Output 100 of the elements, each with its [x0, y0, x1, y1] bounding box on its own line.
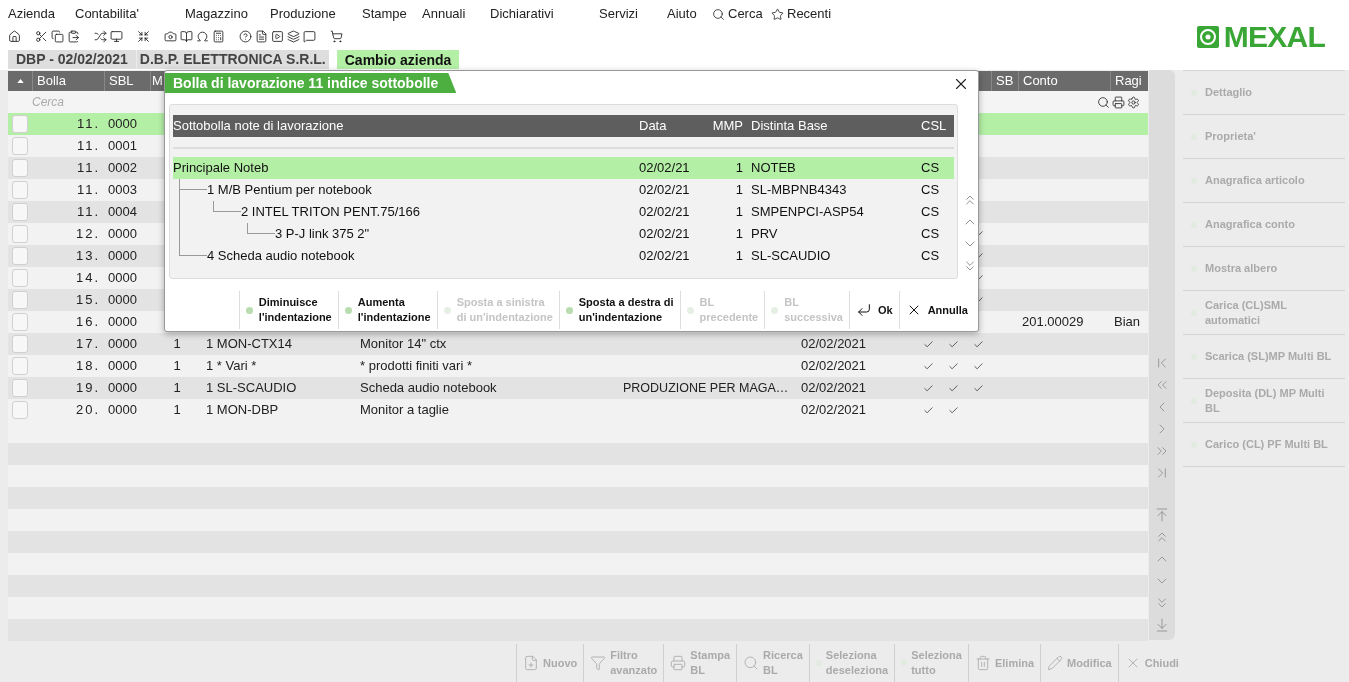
row-checkbox[interactable] — [12, 401, 28, 419]
table-cell-text: 18. — [74, 357, 101, 376]
column-header: Distinta Base — [750, 117, 829, 136]
date-text: 02/02/21 — [639, 247, 691, 266]
company-code: DBP - 02/02/2021 — [8, 50, 136, 69]
menu-item[interactable]: Azienda — [8, 4, 75, 24]
table-row[interactable]: 17. 0000 1 1 MON-CTX14 Monitor 14" ctx 02/02/2021 — [8, 333, 1148, 355]
dialog-button[interactable]: Ok — [848, 291, 899, 329]
copy-icon[interactable] — [51, 29, 64, 43]
menu-item[interactable]: Annuali — [422, 4, 490, 24]
table-cell-text: 11. — [75, 203, 101, 222]
scroll-bottom-icon[interactable] — [1154, 617, 1170, 633]
date-text: 02/02/21 — [639, 203, 691, 222]
table-cell-text: 11. — [75, 159, 101, 178]
table-cell-text: 1 * Vari * — [205, 357, 258, 376]
bom-code: SL-MBPNB4343 — [750, 181, 848, 200]
table-cell-text: Monitor a taglie — [359, 401, 450, 420]
row-checkbox[interactable] — [12, 291, 28, 309]
menu-item[interactable]: Recenti — [771, 4, 851, 24]
date-text: 02/02/21 — [639, 159, 691, 178]
tree-row[interactable]: 2 INTEL TRITON PENT.75/166 02/02/21 1 SMPENPCI-ASP54 CS — [173, 201, 954, 223]
chat-icon[interactable] — [303, 29, 316, 43]
row-checkbox[interactable] — [12, 247, 28, 265]
table-cell-text: 0000 — [107, 313, 138, 332]
change-company-button[interactable]: Cambio azienda — [336, 50, 460, 69]
menu-item[interactable]: Servizi — [599, 4, 667, 24]
row-checkbox[interactable] — [12, 203, 28, 221]
paste-icon[interactable] — [67, 29, 80, 43]
tree-item-name: 3 P-J link 375 2" — [275, 225, 370, 244]
row-checkbox[interactable] — [12, 181, 28, 199]
table-cell-text: 1 MON-CTX14 — [205, 335, 293, 354]
menu-item[interactable]: Aiuto — [667, 4, 712, 24]
menu-item[interactable]: Contabilita' — [75, 4, 185, 24]
table-cell-text: 1 — [172, 401, 182, 420]
row-checkbox[interactable] — [12, 115, 28, 133]
menu-item[interactable]: Dichiarativi — [490, 4, 599, 24]
play-icon[interactable] — [271, 29, 284, 43]
dialog-title: Bolla di lavorazione 11 indice sottobolle — [165, 73, 457, 93]
table-cell-text: 11. — [75, 115, 101, 134]
shrink-icon[interactable] — [137, 29, 150, 43]
dialog-button[interactable]: Annulla — [898, 291, 974, 329]
csl-text: CS — [921, 181, 940, 200]
table-cell-text: 201.00029 — [1021, 313, 1085, 332]
table-cell-text: 0004 — [107, 203, 138, 222]
help-icon[interactable] — [239, 29, 252, 43]
star-icon — [771, 7, 784, 21]
book-icon[interactable] — [180, 29, 193, 43]
date-text: 02/02/21 — [639, 181, 691, 200]
row-checkbox[interactable] — [12, 225, 28, 243]
table-cell-text: Bian — [1113, 313, 1142, 332]
camera-icon[interactable] — [164, 29, 177, 43]
bom-code: SMPENPCI-ASP54 — [750, 203, 865, 222]
row-checkbox[interactable] — [12, 313, 28, 331]
shuffle-icon[interactable] — [94, 29, 107, 43]
row-checkbox[interactable] — [12, 159, 28, 177]
printer-icon — [1112, 95, 1125, 109]
tree-row[interactable]: 1 M/B Pentium per notebook 02/02/21 1 SL-MBPNB4343 CS — [173, 179, 954, 201]
row-checkbox[interactable] — [12, 335, 28, 353]
row-checkbox[interactable] — [12, 269, 28, 287]
omega-icon[interactable] — [196, 29, 209, 43]
monitor-icon[interactable] — [110, 29, 123, 43]
table-row[interactable]: 20. 0000 1 1 MON-DBP Monitor a taglie 02/02/2021 — [8, 399, 1148, 421]
dialog-button[interactable]: Sposta a destra di un'indentazione — [558, 291, 680, 329]
table-row[interactable]: 18. 0000 1 1 * Vari * * prodotti finiti vari * 02/02/2021 — [8, 355, 1148, 377]
table-cell-text: 0001 — [107, 137, 138, 156]
mmp-text: 1 — [734, 203, 743, 222]
menu-item[interactable]: Magazzino — [185, 4, 270, 24]
row-checkbox[interactable] — [12, 137, 28, 155]
home-icon[interactable] — [8, 29, 21, 43]
calculator-icon[interactable] — [212, 29, 225, 43]
csl-text: CS — [921, 159, 940, 178]
table-cell-text: 0000 — [107, 379, 138, 398]
mmp-text: 1 — [734, 225, 743, 244]
tree-row[interactable]: 3 P-J link 375 2" 02/02/21 1 PRV CS — [173, 223, 954, 245]
table-cell-text: PRODUZIONE PER MAGA… — [622, 379, 790, 397]
row-checkbox[interactable] — [12, 379, 28, 397]
table-cell-text: 1 — [172, 357, 182, 376]
sort-icon[interactable] — [16, 79, 24, 83]
menu-item[interactable]: Produzione — [270, 4, 362, 24]
tree-row[interactable]: Principale Noteb 02/02/21 1 NOTEB CS — [173, 157, 954, 179]
dialog-button[interactable]: Diminuisce l'indentazione — [238, 291, 338, 329]
scroll-top-icon[interactable] — [1154, 507, 1170, 523]
table-cell-text: 02/02/2021 — [800, 401, 868, 420]
menu-item[interactable]: Cerca — [712, 4, 771, 24]
row-checkbox[interactable] — [12, 357, 28, 375]
tree-row[interactable]: 4 Scheda audio notebook 02/02/21 1 SL-SCAUDIO CS — [173, 245, 954, 267]
return-icon — [855, 302, 872, 318]
table-row[interactable]: 19. 0000 1 1 SL-SCAUDIO Scheda audio notebook PRODUZIONE PER MAGA… 02/02/2021 — [8, 377, 1148, 399]
table-cell-text: 02/02/2021 — [800, 335, 868, 354]
search-field[interactable]: Cerca — [32, 93, 332, 111]
cart-icon[interactable] — [330, 29, 343, 43]
dialog-button[interactable]: Aumenta l'indentazione — [337, 291, 437, 329]
search-icon — [1097, 95, 1110, 109]
bom-code: PRV — [750, 225, 779, 244]
layers-icon[interactable] — [287, 29, 300, 43]
document-icon[interactable] — [255, 29, 268, 43]
table-cell-text: 13. — [74, 247, 101, 266]
scissors-icon[interactable] — [35, 29, 48, 43]
tree-item-name: 2 INTEL TRITON PENT.75/166 — [241, 203, 420, 222]
menu-item[interactable]: Stampe — [362, 4, 422, 24]
